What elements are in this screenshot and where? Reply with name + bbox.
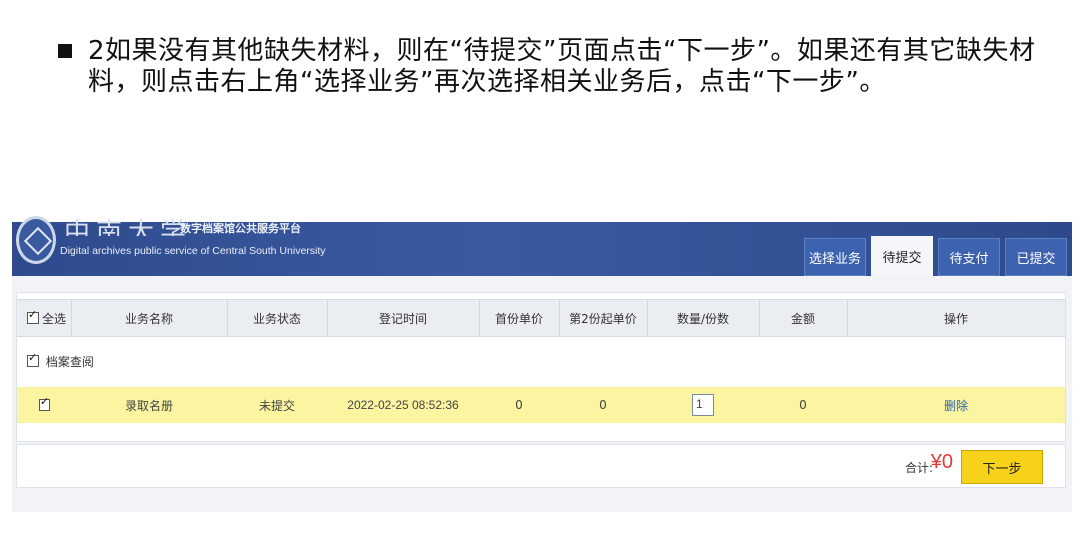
footer-bar: 合计: ¥0 下一步 [16,444,1066,488]
col-business-name: 业务名称 [124,311,173,326]
select-all-checkbox[interactable] [27,308,39,324]
delete-link[interactable]: 删除 [944,397,968,414]
tab-select-business[interactable]: 选择业务 [804,238,866,276]
col-action: 操作 [943,311,968,326]
row-quantity: 1 [647,387,759,423]
col-quantity: 数量/份数 [676,311,730,326]
col-first-price: 首份单价 [494,311,543,326]
header-banner: 中南大学 数字档案馆公共服务平台 Digital archives public… [12,216,1072,276]
group-checkbox[interactable] [27,351,39,367]
row-status: 未提交 [258,398,295,413]
quantity-input[interactable]: 1 [692,394,714,416]
col-amount: 金额 [790,311,815,326]
group-label: 档案查阅 [45,355,94,369]
tab-pending-payment[interactable]: 待支付 [938,238,1000,276]
tab-pending-submit[interactable]: 待提交 [871,236,933,276]
platform-name-en: Digital archives public service of Centr… [60,245,326,257]
embedded-screenshot: 中南大学 数字档案馆公共服务平台 Digital archives public… [12,216,1072,512]
slide-text: 2如果没有其他缺失材料，则在“待提交”页面点击“下一步”。如果还有其它缺失材料，… [88,36,1036,97]
group-row[interactable]: 档案查阅 [27,351,94,370]
col-second-price: 第2份起单价 [569,311,637,326]
row-amount: 0 [799,398,807,412]
row-checkbox[interactable] [39,387,53,423]
total-label: 合计: [904,461,933,475]
row-first-price: 0 [515,398,523,412]
total-value: ¥0 [930,451,953,473]
table-row: 录取名册 未提交 2022-02-25 08:52:36 0 0 1 0 删除 [17,387,1065,423]
row-register-time: 2022-02-25 08:52:36 [347,398,459,412]
square-bullet-icon [58,44,72,58]
table-header: 全选 业务名称 业务状态 登记时间 首份单价 第2份起单价 数量/份数 金额 操… [17,299,1065,337]
slide-bullet: 2如果没有其他缺失材料，则在“待提交”页面点击“下一步”。如果还有其它缺失材料，… [58,36,1048,98]
platform-name: 数字档案馆公共服务平台 [180,222,301,235]
next-step-button[interactable]: 下一步 [961,450,1043,484]
university-logo-icon [16,216,56,264]
logo-script: 中南大学 [64,218,193,236]
tab-submitted[interactable]: 已提交 [1005,238,1067,276]
col-business-status: 业务状态 [252,311,301,326]
order-table: 全选 业务名称 业务状态 登记时间 首份单价 第2份起单价 数量/份数 金额 操… [16,292,1066,442]
row-business-name: 录取名册 [124,398,173,413]
row-second-price: 0 [599,398,607,412]
select-all[interactable]: 全选 [27,300,67,336]
col-register-time: 登记时间 [378,311,427,326]
